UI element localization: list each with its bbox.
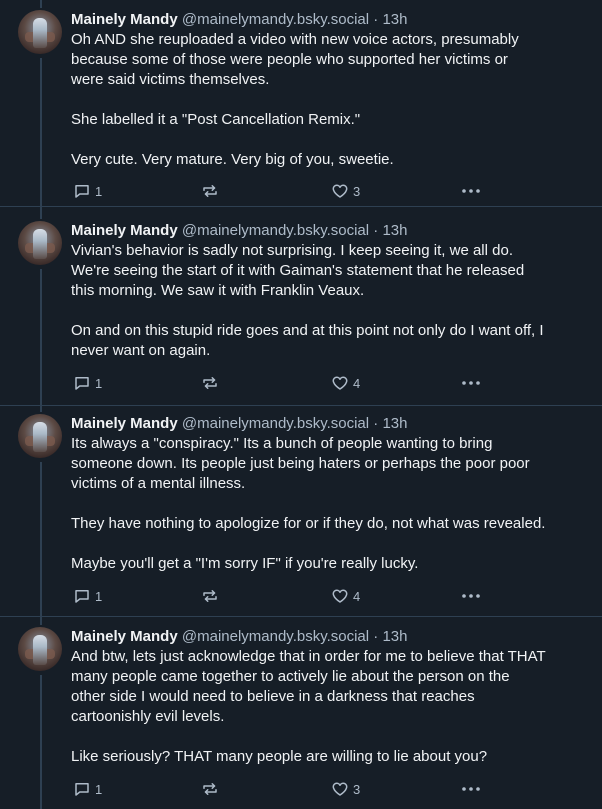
author-handle[interactable]: @mainelymandy.bsky.social bbox=[182, 11, 369, 28]
thread-connector-line bbox=[40, 675, 42, 809]
like-count: 4 bbox=[353, 588, 361, 604]
repost-arrows-icon bbox=[201, 374, 219, 392]
like-count: 4 bbox=[353, 375, 361, 391]
ellipsis-icon bbox=[461, 380, 481, 386]
meta-separator: · bbox=[373, 222, 379, 239]
more-options-button[interactable] bbox=[461, 586, 481, 606]
avatar[interactable] bbox=[18, 627, 62, 671]
thread-connector-line bbox=[40, 406, 42, 412]
heart-outline-icon bbox=[331, 374, 349, 392]
post-meta: Mainely Mandy @mainelymandy.bsky.social … bbox=[71, 221, 588, 241]
thread-feed: Mainely Mandy @mainelymandy.bsky.social … bbox=[0, 0, 602, 809]
post[interactable]: Mainely Mandy @mainelymandy.bsky.social … bbox=[0, 406, 602, 617]
reply-button[interactable]: 1 bbox=[73, 779, 102, 799]
heart-outline-icon bbox=[331, 587, 349, 605]
ellipsis-icon bbox=[461, 593, 481, 599]
post-meta: Mainely Mandy @mainelymandy.bsky.social … bbox=[71, 627, 588, 647]
post-actions: 1 3 bbox=[71, 181, 491, 201]
meta-separator: · bbox=[373, 628, 379, 645]
post-text: Oh AND she reuploaded a video with new v… bbox=[71, 31, 519, 168]
thread-connector-line bbox=[40, 269, 42, 405]
thread-connector-line bbox=[40, 58, 42, 206]
repost-button[interactable] bbox=[201, 586, 219, 606]
ellipsis-icon bbox=[461, 188, 481, 194]
author-handle[interactable]: @mainelymandy.bsky.social bbox=[182, 415, 369, 432]
more-options-button[interactable] bbox=[461, 779, 481, 799]
like-button[interactable]: 4 bbox=[331, 586, 360, 606]
speech-bubble-icon bbox=[73, 374, 91, 392]
speech-bubble-icon bbox=[73, 587, 91, 605]
post-actions: 1 3 bbox=[71, 779, 491, 799]
post-actions: 1 4 bbox=[71, 586, 491, 606]
author-handle[interactable]: @mainelymandy.bsky.social bbox=[182, 628, 369, 645]
repost-arrows-icon bbox=[201, 587, 219, 605]
avatar[interactable] bbox=[18, 221, 62, 265]
meta-separator: · bbox=[373, 415, 379, 432]
speech-bubble-icon bbox=[73, 780, 91, 798]
speech-bubble-icon bbox=[73, 182, 91, 200]
reply-button[interactable]: 1 bbox=[73, 586, 102, 606]
reply-button[interactable]: 1 bbox=[73, 181, 102, 201]
like-count: 3 bbox=[353, 781, 361, 797]
like-button[interactable]: 3 bbox=[331, 779, 360, 799]
reply-count: 1 bbox=[95, 375, 103, 391]
post-text: And btw, lets just acknowledge that in o… bbox=[71, 648, 546, 765]
post-text: Its always a "conspiracy." Its a bunch o… bbox=[71, 435, 546, 572]
repost-button[interactable] bbox=[201, 373, 219, 393]
thread-connector-line bbox=[40, 462, 42, 616]
repost-button[interactable] bbox=[201, 779, 219, 799]
more-options-button[interactable] bbox=[461, 373, 481, 393]
repost-arrows-icon bbox=[201, 182, 219, 200]
thread-connector-line bbox=[40, 207, 42, 219]
post-timestamp[interactable]: 13h bbox=[382, 628, 407, 645]
avatar[interactable] bbox=[18, 10, 62, 54]
like-count: 3 bbox=[353, 183, 361, 199]
reply-count: 1 bbox=[95, 781, 103, 797]
avatar[interactable] bbox=[18, 414, 62, 458]
heart-outline-icon bbox=[331, 780, 349, 798]
post-meta: Mainely Mandy @mainelymandy.bsky.social … bbox=[71, 414, 588, 434]
like-button[interactable]: 4 bbox=[331, 373, 360, 393]
ellipsis-icon bbox=[461, 786, 481, 792]
repost-arrows-icon bbox=[201, 780, 219, 798]
reply-count: 1 bbox=[95, 588, 103, 604]
reply-count: 1 bbox=[95, 183, 103, 199]
reply-button[interactable]: 1 bbox=[73, 373, 102, 393]
like-button[interactable]: 3 bbox=[331, 181, 360, 201]
post-timestamp[interactable]: 13h bbox=[382, 11, 407, 28]
author-name[interactable]: Mainely Mandy bbox=[71, 222, 178, 239]
author-name[interactable]: Mainely Mandy bbox=[71, 628, 178, 645]
thread-connector-line bbox=[40, 617, 42, 625]
post-text: Vivian's behavior is sadly not surprisin… bbox=[71, 242, 544, 359]
meta-separator: · bbox=[373, 11, 379, 28]
post-meta: Mainely Mandy @mainelymandy.bsky.social … bbox=[71, 10, 588, 30]
author-name[interactable]: Mainely Mandy bbox=[71, 415, 178, 432]
post[interactable]: Mainely Mandy @mainelymandy.bsky.social … bbox=[0, 0, 602, 207]
more-options-button[interactable] bbox=[461, 181, 481, 201]
heart-outline-icon bbox=[331, 182, 349, 200]
post[interactable]: Mainely Mandy @mainelymandy.bsky.social … bbox=[0, 207, 602, 406]
post-actions: 1 4 bbox=[71, 373, 491, 393]
post[interactable]: Mainely Mandy @mainelymandy.bsky.social … bbox=[0, 617, 602, 809]
repost-button[interactable] bbox=[201, 181, 219, 201]
post-timestamp[interactable]: 13h bbox=[382, 415, 407, 432]
author-name[interactable]: Mainely Mandy bbox=[71, 11, 178, 28]
post-timestamp[interactable]: 13h bbox=[382, 222, 407, 239]
thread-connector-line bbox=[40, 0, 42, 8]
author-handle[interactable]: @mainelymandy.bsky.social bbox=[182, 222, 369, 239]
